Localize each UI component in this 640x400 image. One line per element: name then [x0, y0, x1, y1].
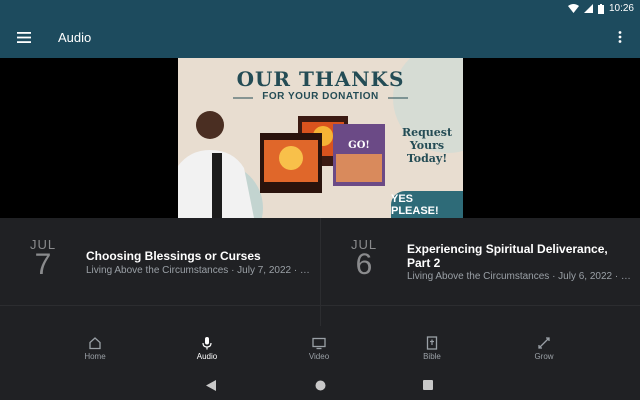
app-bar: Audio: [0, 17, 640, 58]
more-vertical-icon: [618, 31, 622, 43]
home-system-button[interactable]: [312, 377, 328, 393]
bottom-navigation: Home Audio Video Bible Grow: [0, 326, 640, 370]
episode-day: 6: [355, 248, 373, 281]
nav-label-audio: Audio: [196, 351, 218, 361]
battery-icon: [597, 3, 604, 14]
clock: 10:26: [608, 3, 634, 14]
page-title: Audio: [58, 30, 92, 45]
banner-request-text: Request Yours Today!: [401, 126, 453, 165]
speaker-head: [196, 111, 224, 139]
banner-heading: OUR THANKS: [236, 67, 405, 91]
nav-item-home[interactable]: Home: [31, 326, 159, 370]
episode-title: Experiencing Spiritual Deliverance, Part…: [407, 242, 608, 270]
product-box-2: [260, 133, 322, 193]
nav-item-grow[interactable]: Grow: [480, 326, 608, 370]
microphone-icon: [202, 336, 212, 349]
menu-button[interactable]: [0, 17, 48, 58]
back-triangle-icon: [206, 379, 216, 391]
banner-subheading: FOR YOUR DONATION: [262, 91, 379, 102]
svg-text:GO!: GO!: [348, 140, 370, 151]
nav-label-home: Home: [84, 351, 106, 361]
list-item[interactable]: JUL 6 Experiencing Spiritual Deliverance…: [321, 218, 640, 305]
episode-title: Choosing Blessings or Curses: [86, 249, 261, 263]
nav-label-video: Video: [308, 351, 330, 361]
system-navigation-bar: [0, 370, 640, 400]
yes-please-button[interactable]: YES PLEASE!: [391, 191, 463, 218]
hamburger-icon: [17, 32, 31, 43]
nav-item-bible[interactable]: Bible: [368, 326, 496, 370]
cell-signal-icon: [583, 4, 593, 13]
back-button[interactable]: [203, 377, 219, 393]
grow-icon: [538, 336, 550, 349]
row-divider: [0, 305, 640, 306]
status-bar: 10:26: [0, 0, 640, 17]
episode-day: 7: [34, 248, 52, 281]
home-circle-icon: [315, 380, 325, 390]
hero-area: GO! OUR THANKS FOR YOUR DONATION Request…: [0, 58, 640, 218]
bible-icon: [426, 335, 438, 350]
list-item[interactable]: JUL 7 Choosing Blessings or Curses Livin…: [0, 218, 320, 305]
nav-label-grow: Grow: [534, 351, 554, 361]
nav-item-video[interactable]: Video: [255, 326, 383, 370]
overflow-menu-button[interactable]: [610, 27, 630, 47]
wifi-icon: [567, 4, 579, 13]
tv-icon: [312, 337, 326, 349]
recents-button[interactable]: [420, 377, 436, 393]
nav-item-audio[interactable]: Audio: [143, 326, 271, 370]
donation-banner[interactable]: GO! OUR THANKS FOR YOUR DONATION Request…: [178, 58, 463, 218]
nav-label-bible: Bible: [423, 351, 441, 361]
home-icon: [89, 336, 101, 349]
episode-subtitle: Living Above the Circumstances · July 6,…: [407, 271, 632, 282]
episode-list: JUL 7 Choosing Blessings or Curses Livin…: [0, 218, 640, 326]
recents-square-icon: [423, 380, 433, 390]
episode-subtitle: Living Above the Circumstances · July 7,…: [86, 265, 311, 276]
product-box-3: GO!: [333, 124, 385, 186]
